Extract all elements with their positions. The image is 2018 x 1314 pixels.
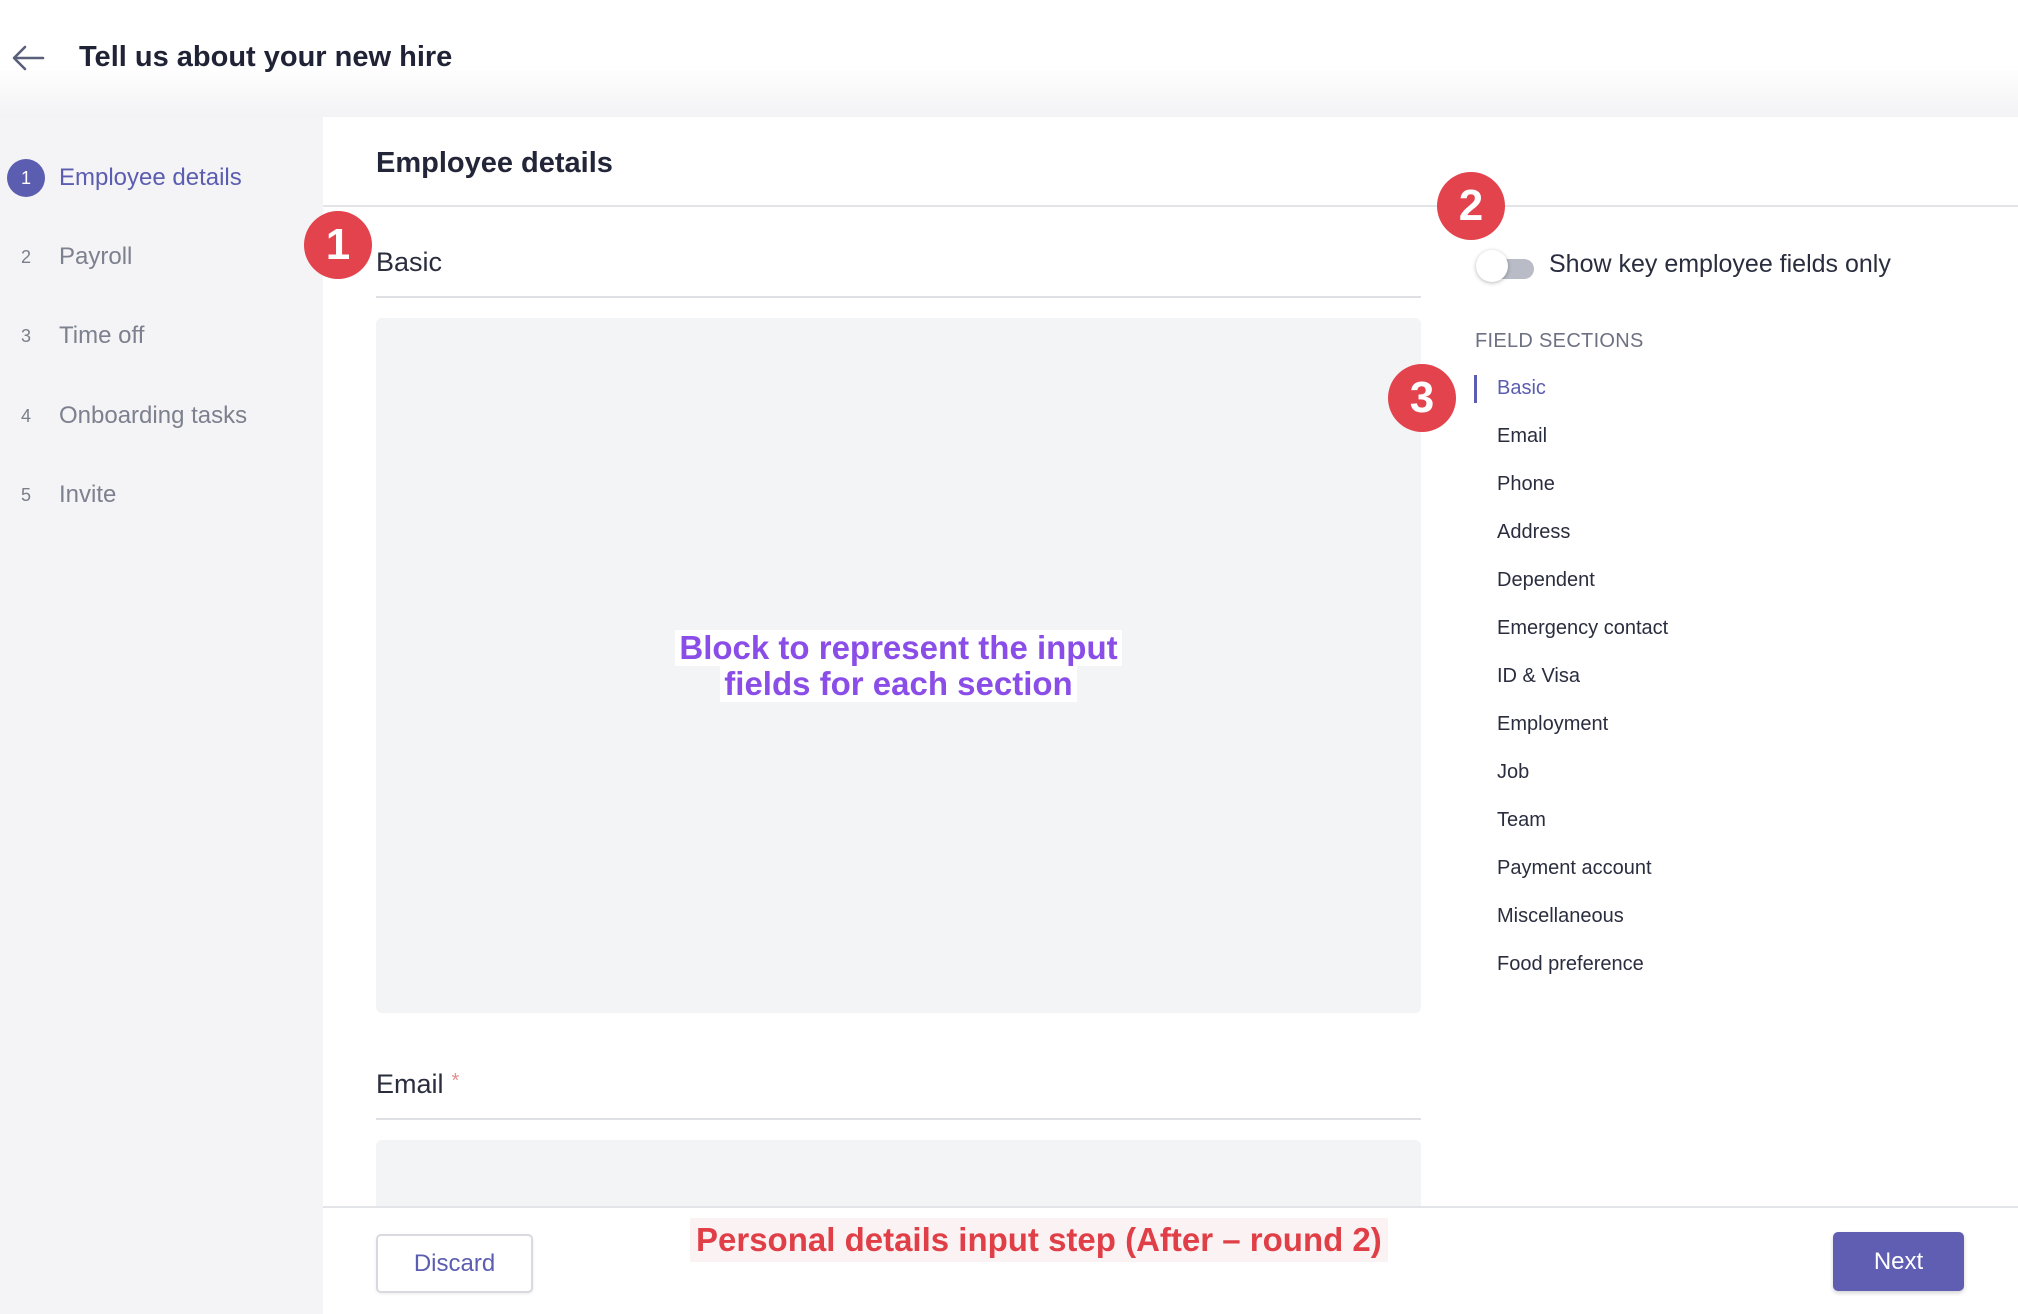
section-link-team[interactable]: Team — [1497, 809, 1546, 832]
step-number: 2 — [20, 246, 31, 267]
section-heading: Employee details — [376, 147, 613, 179]
step-number: 1 — [7, 159, 45, 197]
step-time-off[interactable]: 3 Time off — [0, 313, 323, 359]
main-content: Employee details Basic Block to represen… — [323, 117, 2018, 1314]
required-indicator: * — [451, 1070, 460, 1092]
section-link-miscellaneous[interactable]: Miscellaneous — [1497, 905, 1624, 928]
onboarding-stepper: 1 Employee details 2 Payroll 3 Time off … — [0, 117, 323, 1314]
block-note-line: fields for each section — [720, 665, 1077, 702]
annotation-marker: 1 — [304, 211, 372, 279]
basic-fields-block: Block to represent the input fields for … — [376, 318, 1421, 1013]
step-label: Employee details — [59, 164, 242, 191]
divider — [376, 296, 1421, 298]
step-payroll[interactable]: 2 Payroll — [0, 234, 323, 280]
arrow-left-icon — [12, 45, 45, 71]
step-employee-details[interactable]: 1 Employee details — [0, 155, 323, 201]
block-note: Block to represent the input fields for … — [376, 318, 1421, 1013]
step-number: 5 — [20, 484, 31, 505]
block-note-line: Block to represent the input — [675, 629, 1122, 666]
section-link-payment-account[interactable]: Payment account — [1497, 857, 1652, 880]
section-link-id-visa[interactable]: ID & Visa — [1497, 665, 1580, 688]
toggle-knob — [1476, 250, 1508, 282]
divider — [323, 205, 2018, 207]
section-link-dependent[interactable]: Dependent — [1497, 569, 1595, 592]
divider — [376, 1118, 1421, 1120]
step-label: Onboarding tasks — [59, 402, 248, 429]
top-header: Tell us about your new hire — [0, 0, 2018, 117]
section-link-employment[interactable]: Employment — [1497, 713, 1608, 736]
email-fields-block — [376, 1140, 1421, 1210]
section-link-email[interactable]: Email — [1497, 425, 1547, 448]
back-button[interactable] — [10, 43, 46, 73]
section-link-emergency-contact[interactable]: Emergency contact — [1497, 617, 1668, 640]
key-fields-toggle[interactable] — [1476, 249, 1536, 283]
next-button[interactable]: Next — [1833, 1232, 1964, 1291]
annotation-marker: 2 — [1437, 172, 1505, 240]
step-number: 4 — [20, 405, 31, 426]
section-link-address[interactable]: Address — [1497, 521, 1570, 544]
group-title-label: Email — [376, 1069, 444, 1099]
group-title-basic: Basic — [376, 247, 443, 277]
step-label: Invite — [59, 481, 117, 508]
step-number: 3 — [20, 325, 31, 346]
page-title: Tell us about your new hire — [79, 41, 453, 73]
step-label: Time off — [59, 322, 145, 349]
step-invite[interactable]: 5 Invite — [0, 472, 323, 518]
section-link-basic[interactable]: Basic — [1497, 377, 1546, 400]
section-link-food-preference[interactable]: Food preference — [1497, 953, 1644, 976]
discard-button[interactable]: Discard — [376, 1234, 533, 1293]
step-label: Payroll — [59, 243, 133, 270]
toggle-label: Show key employee fields only — [1549, 250, 1891, 278]
field-sections-title: FIELD SECTIONS — [1475, 330, 1644, 352]
step-onboarding-tasks[interactable]: 4 Onboarding tasks — [0, 393, 323, 439]
annotation-marker: 3 — [1388, 364, 1456, 432]
section-link-phone[interactable]: Phone — [1497, 473, 1555, 496]
section-link-job[interactable]: Job — [1497, 761, 1529, 784]
active-section-indicator — [1474, 375, 1477, 403]
annotation-caption: Personal details input step (After – rou… — [690, 1218, 1388, 1262]
group-title-email: Email * — [376, 1069, 459, 1100]
